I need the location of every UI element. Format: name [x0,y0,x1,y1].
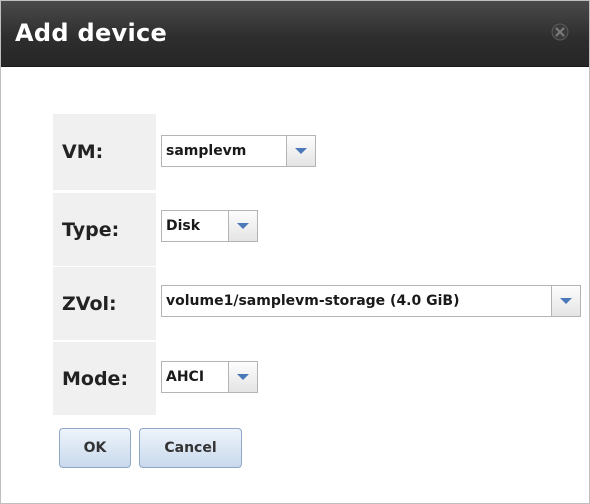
vm-select[interactable]: samplevm [161,135,316,167]
vm-select-value: samplevm [166,143,247,159]
chevron-down-icon[interactable] [551,286,580,316]
mode-select[interactable]: AHCI [161,361,258,393]
vm-label: VM: [53,114,156,190]
close-icon[interactable] [551,23,569,41]
zvol-select-value: volume1/samplevm-storage (4.0 GiB) [166,293,460,309]
type-label: Type: [53,193,156,266]
chevron-down-icon[interactable] [228,211,257,241]
cancel-button[interactable]: Cancel [139,428,242,468]
chevron-down-icon[interactable] [286,136,315,166]
ok-button[interactable]: OK [59,428,131,468]
dialog-titlebar: Add device [1,1,589,67]
add-device-dialog: Add device VM: samplevm Type: Disk ZVol:… [0,0,590,504]
type-select[interactable]: Disk [161,210,258,242]
zvol-select[interactable]: volume1/samplevm-storage (4.0 GiB) [161,285,581,317]
zvol-label: ZVol: [53,267,156,340]
chevron-down-icon[interactable] [228,362,257,392]
mode-select-value: AHCI [166,369,205,385]
mode-label: Mode: [53,342,156,415]
type-select-value: Disk [166,218,201,234]
dialog-title: Add device [15,19,168,47]
